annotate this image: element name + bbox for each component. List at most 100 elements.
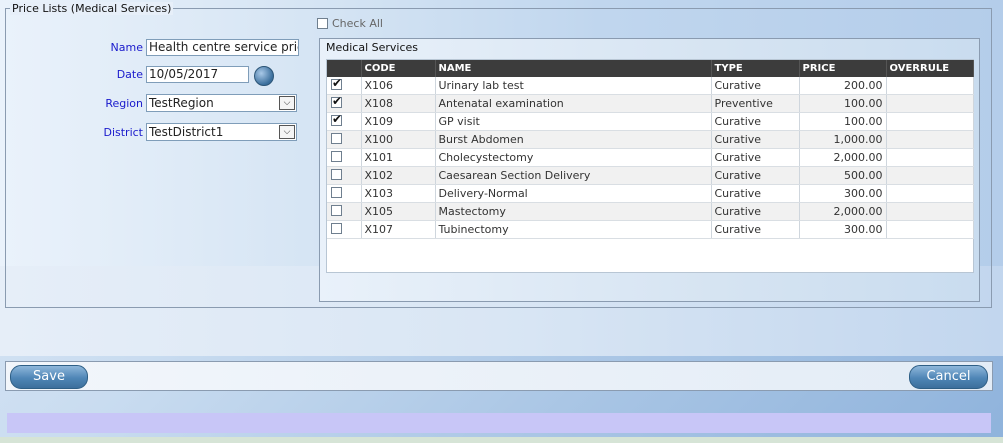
medical-services-panel: Medical Services CODE NAME TYPE PRICE OV…: [319, 38, 980, 302]
column-header-select: [327, 60, 362, 77]
row-select-cell[interactable]: [327, 112, 362, 131]
code-cell: X107: [361, 220, 436, 239]
code-cell: X105: [361, 202, 436, 221]
overrule-cell[interactable]: [886, 148, 974, 167]
row-select-cell[interactable]: [327, 202, 362, 221]
row-select-cell[interactable]: [327, 166, 362, 185]
code-cell: X109: [361, 112, 436, 131]
price-cell: 2,000.00: [799, 202, 887, 221]
medical-services-title: Medical Services: [326, 41, 419, 54]
medical-services-grid: CODE NAME TYPE PRICE OVERRULE X106Urinar…: [326, 59, 974, 273]
price-cell: 500.00: [799, 166, 887, 185]
column-header-name[interactable]: NAME: [435, 60, 712, 77]
chevron-down-icon[interactable]: ⌵: [279, 125, 295, 139]
overrule-cell[interactable]: [886, 184, 974, 203]
code-cell: X106: [361, 77, 436, 95]
row-checkbox[interactable]: [331, 150, 342, 162]
name-cell: Caesarean Section Delivery: [435, 166, 712, 185]
column-header-overrule[interactable]: OVERRULE: [886, 60, 974, 77]
type-cell: Curative: [711, 184, 800, 203]
overrule-cell[interactable]: [886, 94, 974, 113]
row-checkbox[interactable]: [331, 222, 342, 234]
district-value: TestDistrict1: [149, 125, 224, 139]
row-checkbox[interactable]: [331, 132, 342, 144]
row-select-cell[interactable]: [327, 184, 362, 203]
price-cell: 300.00: [799, 220, 887, 239]
code-cell: X100: [361, 130, 436, 149]
price-cell: 200.00: [799, 77, 887, 95]
column-header-price[interactable]: PRICE: [799, 60, 887, 77]
column-header-type[interactable]: TYPE: [711, 60, 800, 77]
price-cell: 100.00: [799, 94, 887, 113]
price-cell: 300.00: [799, 184, 887, 203]
type-cell: Curative: [711, 166, 800, 185]
price-cell: 1,000.00: [799, 130, 887, 149]
status-bar: [7, 413, 991, 433]
check-all[interactable]: Check All: [317, 17, 383, 30]
table-row[interactable]: X105 Mastectomy Curative 2,000.00: [327, 202, 974, 221]
table-row[interactable]: X107 Tubinectomy Curative 300.00: [327, 220, 974, 239]
name-cell: Antenatal examination: [435, 94, 712, 113]
row-checkbox[interactable]: [331, 77, 342, 90]
type-cell: Preventive: [711, 94, 800, 113]
name-cell: Cholecystectomy: [435, 148, 712, 167]
save-button[interactable]: Save: [10, 365, 88, 389]
button-bar: Save Cancel: [5, 361, 993, 391]
row-select-cell[interactable]: [327, 94, 362, 113]
calendar-icon[interactable]: [254, 66, 274, 86]
price-cell: 100.00: [799, 112, 887, 131]
district-label: District: [103, 126, 143, 139]
overrule-cell[interactable]: [886, 112, 974, 131]
table-row[interactable]: X100 Burst Abdomen Curative 1,000.00: [327, 130, 974, 149]
region-select[interactable]: TestRegion ⌵: [146, 94, 297, 112]
row-checkbox[interactable]: [331, 95, 342, 108]
column-header-code[interactable]: CODE: [361, 60, 436, 77]
name-field[interactable]: Health centre service pric: [146, 39, 299, 56]
row-select-cell[interactable]: [327, 77, 362, 95]
name-cell: GP visit: [435, 112, 712, 131]
overrule-cell[interactable]: [886, 130, 974, 149]
row-checkbox[interactable]: [331, 204, 342, 216]
table-row[interactable]: X101 Cholecystectomy Curative 2,000.00: [327, 148, 974, 167]
type-cell: Curative: [711, 220, 800, 239]
panel-title: Price Lists (Medical Services): [10, 2, 174, 15]
cancel-button[interactable]: Cancel: [909, 365, 988, 389]
row-checkbox[interactable]: [331, 186, 342, 198]
type-cell: Curative: [711, 130, 800, 149]
overrule-cell[interactable]: [886, 77, 974, 95]
code-cell: X102: [361, 166, 436, 185]
table-row[interactable]: X108Antenatal examinationPreventive100.0…: [327, 94, 974, 113]
bottom-strip: [0, 437, 1003, 443]
region-label: Region: [105, 97, 143, 110]
overrule-cell[interactable]: [886, 220, 974, 239]
type-cell: Curative: [711, 112, 800, 131]
name-cell: Tubinectomy: [435, 220, 712, 239]
chevron-down-icon[interactable]: ⌵: [279, 96, 295, 110]
type-cell: Curative: [711, 77, 800, 95]
check-all-label: Check All: [332, 17, 383, 30]
type-cell: Curative: [711, 202, 800, 221]
row-checkbox[interactable]: [331, 113, 342, 126]
overrule-cell[interactable]: [886, 202, 974, 221]
code-cell: X103: [361, 184, 436, 203]
table-row[interactable]: X109GP visitCurative100.00: [327, 112, 974, 131]
district-select[interactable]: TestDistrict1 ⌵: [146, 123, 297, 141]
table-row[interactable]: X102 Caesarean Section Delivery Curative 50…: [327, 166, 974, 185]
price-cell: 2,000.00: [799, 148, 887, 167]
row-checkbox[interactable]: [331, 168, 342, 180]
date-field[interactable]: 10/05/2017: [146, 66, 249, 83]
name-label: Name: [110, 41, 143, 54]
name-cell: Urinary lab test: [435, 77, 712, 95]
name-cell: Burst Abdomen: [435, 130, 712, 149]
table-row[interactable]: X103 Delivery-Normal Curative 300.00: [327, 184, 974, 203]
row-select-cell[interactable]: [327, 220, 362, 239]
check-all-checkbox[interactable]: [317, 18, 328, 29]
overrule-cell[interactable]: [886, 166, 974, 185]
date-label: Date: [116, 68, 143, 81]
row-select-cell[interactable]: [327, 130, 362, 149]
code-cell: X101: [361, 148, 436, 167]
code-cell: X108: [361, 94, 436, 113]
table-row[interactable]: X106Urinary lab testCurative200.00: [327, 77, 974, 95]
name-cell: Mastectomy: [435, 202, 712, 221]
row-select-cell[interactable]: [327, 148, 362, 167]
